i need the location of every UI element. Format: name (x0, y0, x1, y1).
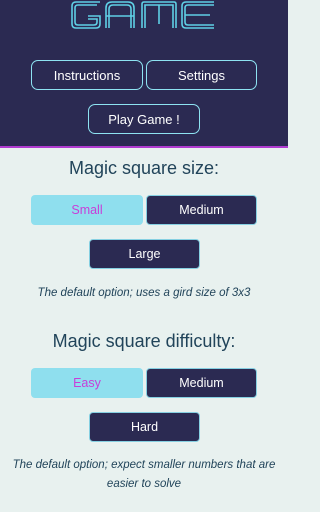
size-option-large-label: Large (128, 247, 161, 261)
game-logo (71, 1, 214, 29)
difficulty-option-medium[interactable]: Medium (146, 368, 257, 398)
difficulty-option-easy-label: Easy (73, 376, 101, 390)
difficulty-note: The default option; expect smaller numbe… (12, 459, 276, 490)
size-option-small[interactable]: Small (31, 195, 143, 225)
size-option-medium-label: Medium (179, 203, 224, 217)
difficulty-option-medium-label: Medium (179, 376, 224, 390)
difficulty-option-easy[interactable]: Easy (31, 368, 143, 398)
instructions-label: Instructions (53, 67, 121, 83)
size-note: The default option; uses a gird size of … (37, 287, 251, 299)
size-option-large[interactable]: Large (89, 239, 200, 269)
instructions-button[interactable]: Instructions (31, 60, 143, 90)
difficulty-option-hard-label: Hard (130, 420, 159, 434)
settings-button[interactable]: Settings (146, 60, 257, 90)
play-game-label: Play Game ! (108, 111, 180, 127)
size-section-title: Magic square size: (68, 158, 220, 178)
size-option-small-label: Small (71, 203, 103, 217)
size-option-medium[interactable]: Medium (146, 195, 257, 225)
header: Instructions Settings Play Game ! (0, 0, 288, 148)
difficulty-option-hard[interactable]: Hard (89, 412, 200, 442)
difficulty-section-title: Magic square difficulty: (52, 331, 236, 351)
settings-label: Settings (178, 67, 225, 83)
play-game-button[interactable]: Play Game ! (88, 104, 200, 134)
